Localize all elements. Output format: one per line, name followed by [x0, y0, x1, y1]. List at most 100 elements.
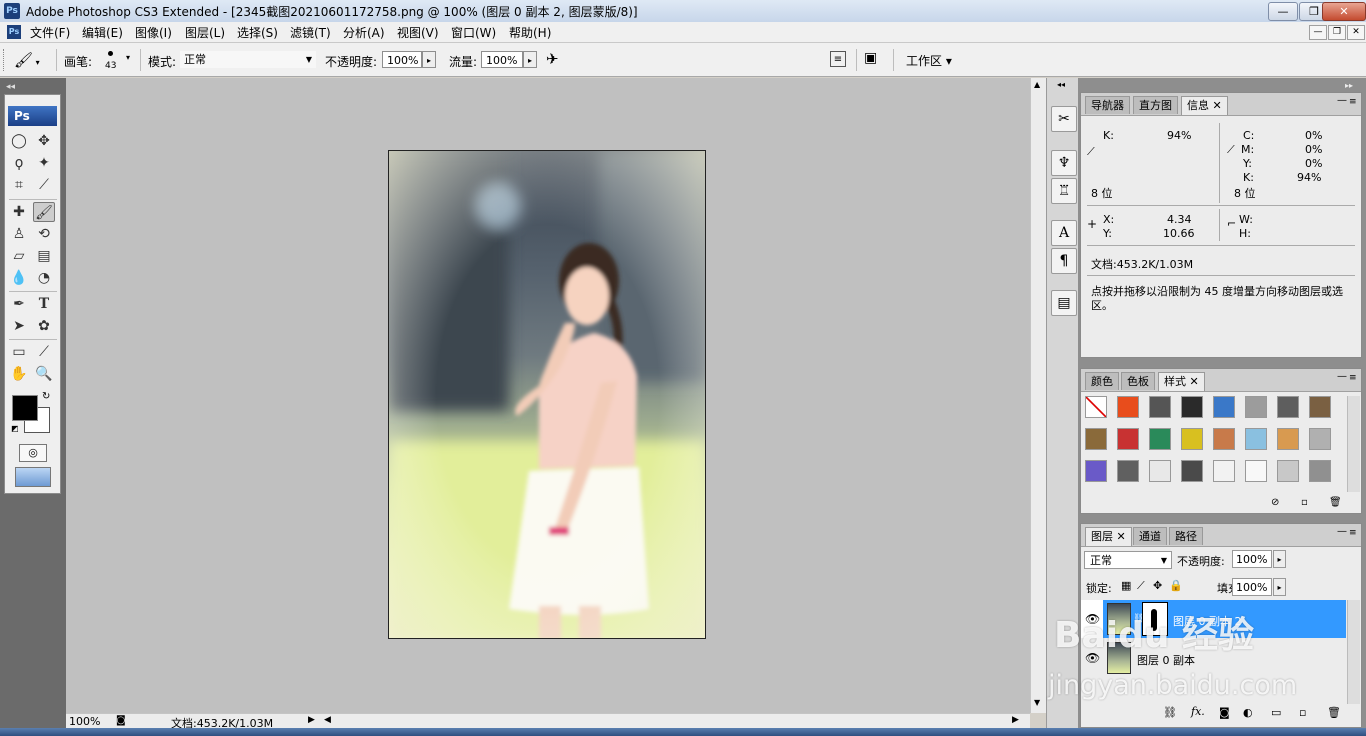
path-selection-tool-icon[interactable]: ➤ [8, 316, 30, 336]
lock-all-icon[interactable]: 🔒 [1169, 579, 1183, 592]
menu-edit[interactable]: 编辑(E) [82, 24, 123, 41]
default-colors-icon[interactable]: ◩ [11, 424, 19, 433]
scroll-right-icon[interactable]: ▶ [1012, 715, 1019, 725]
menu-file[interactable]: 文件(F) [30, 24, 70, 41]
close-icon[interactable]: ✕ [1117, 530, 1126, 543]
layer-style-icon[interactable]: fx. [1191, 705, 1205, 718]
style-swatch[interactable] [1309, 428, 1331, 450]
style-swatch[interactable] [1213, 396, 1235, 418]
mode-select[interactable]: 正常 ▼ [180, 51, 316, 68]
style-swatch[interactable] [1149, 396, 1171, 418]
link-layers-icon[interactable]: ⛓ [1163, 706, 1177, 719]
style-swatch[interactable] [1309, 460, 1331, 482]
style-swatch[interactable] [1117, 460, 1139, 482]
close-button[interactable]: ✕ [1322, 2, 1366, 21]
slice-tool-icon[interactable]: ⟋ [33, 175, 55, 195]
marquee-tool-icon[interactable]: ◯ [8, 131, 30, 151]
menu-select[interactable]: 选择(S) [237, 24, 278, 41]
document-image[interactable] [388, 150, 706, 639]
tab-paths[interactable]: 路径 [1169, 527, 1203, 545]
lock-transparent-icon[interactable]: ▦ [1121, 579, 1131, 592]
menu-layer[interactable]: 图层(L) [185, 24, 225, 41]
magic-wand-tool-icon[interactable]: ✦ [33, 153, 55, 173]
collapse-panels-icon[interactable]: ▸▸ [1345, 81, 1353, 90]
grip-handle[interactable] [3, 49, 7, 71]
fill-input[interactable]: 100% [1232, 578, 1272, 596]
type-tool-icon[interactable]: T [33, 294, 55, 314]
eyedropper-tool-icon[interactable]: ⟋ [33, 342, 55, 362]
style-swatch[interactable] [1245, 396, 1267, 418]
add-mask-icon[interactable]: ◙ [1219, 706, 1230, 719]
quick-mask-button[interactable]: ◎ [19, 444, 47, 462]
move-tool-icon[interactable]: ✥ [33, 131, 55, 151]
style-swatch[interactable] [1181, 460, 1203, 482]
scroll-up-icon[interactable]: ▲ [1034, 80, 1040, 89]
collapse-arrows-icon[interactable]: ◂◂ [6, 82, 15, 92]
styles-scrollbar[interactable] [1347, 396, 1360, 492]
tool-preset-picker[interactable]: 🖌 ▾ [14, 50, 48, 70]
brush-picker[interactable]: 43 ▾ [100, 48, 136, 74]
style-swatch[interactable] [1181, 428, 1203, 450]
style-swatch[interactable] [1277, 428, 1299, 450]
notes-tool-icon[interactable]: ▭ [8, 342, 30, 362]
screen-mode-button[interactable] [15, 467, 51, 487]
foreground-color-swatch[interactable] [12, 395, 38, 421]
clone-source-icon[interactable]: ♖ [1051, 178, 1077, 204]
zoom-level[interactable]: 100% [69, 715, 100, 728]
document-icon[interactable]: Ps [7, 25, 21, 39]
brush-tool-icon[interactable]: 🖌 [33, 202, 55, 222]
layer-opacity-input[interactable]: 100% [1232, 550, 1272, 568]
tab-info[interactable]: 信息 ✕ [1181, 96, 1228, 115]
gradient-tool-icon[interactable]: ▤ [33, 246, 55, 266]
style-swatch[interactable] [1309, 396, 1331, 418]
zoom-tool-icon[interactable]: 🔍 [33, 364, 55, 384]
delete-layer-icon[interactable]: 🗑 [1327, 706, 1341, 719]
lock-position-icon[interactable]: ✥ [1153, 579, 1162, 592]
style-swatch[interactable] [1213, 460, 1235, 482]
eraser-tool-icon[interactable]: ▱ [8, 246, 30, 266]
doc-restore-button[interactable]: ❐ [1328, 25, 1346, 40]
style-swatch[interactable] [1085, 396, 1107, 418]
menu-filter[interactable]: 滤镜(T) [290, 24, 331, 41]
lock-image-icon[interactable]: ⟋ [1137, 579, 1145, 593]
tab-styles[interactable]: 样式 ✕ [1158, 372, 1205, 391]
doc-minimize-button[interactable]: — [1309, 25, 1327, 40]
history-brush-tool-icon[interactable]: ⟲ [33, 224, 55, 244]
tools-preset-icon[interactable]: ✂ [1051, 106, 1077, 132]
fill-slider-button[interactable]: ▸ [1273, 578, 1286, 596]
panel-menu-icon[interactable]: ≡ [1349, 528, 1357, 538]
adjustment-layer-icon[interactable]: ◐ [1243, 706, 1253, 719]
panel-minimize-icon[interactable]: — [1337, 526, 1347, 537]
delete-style-icon[interactable]: 🗑 [1329, 497, 1342, 508]
pen-tool-icon[interactable]: ✒ [8, 294, 30, 314]
clone-stamp-tool-icon[interactable]: ♙ [8, 224, 30, 244]
style-swatch[interactable] [1181, 396, 1203, 418]
style-swatch[interactable] [1117, 428, 1139, 450]
style-swatch[interactable] [1245, 460, 1267, 482]
panel-minimize-icon[interactable]: — [1337, 95, 1347, 106]
brushes-icon[interactable]: ♆ [1051, 150, 1077, 176]
style-swatch[interactable] [1213, 428, 1235, 450]
status-menu-arrow-icon[interactable]: ▶ [308, 715, 315, 725]
style-swatch[interactable] [1277, 460, 1299, 482]
swap-colors-icon[interactable]: ↻ [42, 391, 50, 402]
tab-histogram[interactable]: 直方图 [1133, 96, 1178, 114]
menu-window[interactable]: 窗口(W) [451, 24, 496, 41]
minimize-button[interactable]: — [1268, 2, 1298, 21]
layer-opacity-slider-button[interactable]: ▸ [1273, 550, 1286, 568]
menu-analysis[interactable]: 分析(A) [343, 24, 385, 41]
scroll-down-icon[interactable]: ▼ [1034, 698, 1040, 707]
tab-color[interactable]: 颜色 [1085, 372, 1119, 390]
style-swatch[interactable] [1149, 460, 1171, 482]
horizontal-scrollbar[interactable]: ◀ ▶ [320, 713, 1030, 729]
hand-tool-icon[interactable]: ✋ [8, 364, 30, 384]
close-icon[interactable]: ✕ [1213, 99, 1222, 112]
style-swatch[interactable] [1085, 460, 1107, 482]
tab-navigator[interactable]: 导航器 [1085, 96, 1130, 114]
crop-tool-icon[interactable]: ⌗ [8, 175, 30, 195]
menu-help[interactable]: 帮助(H) [509, 24, 551, 41]
tab-channels[interactable]: 通道 [1133, 527, 1167, 545]
blend-mode-select[interactable]: 正常 ▼ [1084, 551, 1172, 569]
layers-scrollbar[interactable] [1347, 600, 1360, 704]
panel-menu-icon[interactable]: ≡ [1349, 97, 1357, 107]
